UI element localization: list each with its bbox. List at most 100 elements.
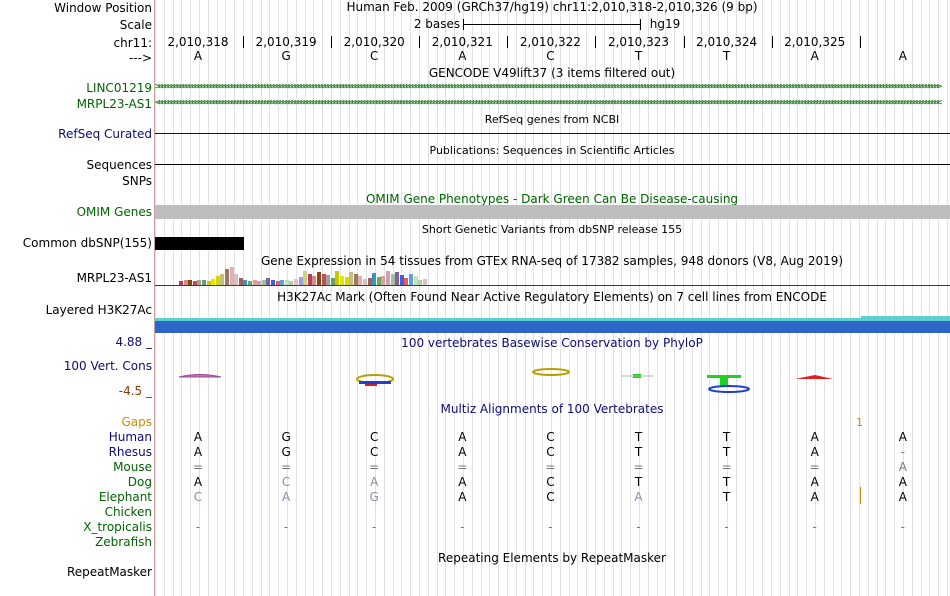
gtex-tissue-bar[interactable]	[234, 274, 239, 285]
phylop-min-value: -4.5 _	[118, 384, 152, 398]
ruler-position-label: 2,010,321	[431, 35, 493, 49]
gtex-tissue-bar[interactable]	[390, 274, 395, 285]
gtex-tissue-bar[interactable]	[372, 273, 377, 285]
species-label-rhesus[interactable]: Rhesus	[109, 445, 152, 459]
track-label-100-vert-cons[interactable]: 100 Vert. Cons	[64, 359, 152, 373]
alignment-base: A	[898, 475, 907, 489]
refseq-track-line	[155, 133, 950, 134]
alignment-base: -	[195, 520, 201, 534]
alignment-base: A	[193, 430, 203, 444]
gtex-tissue-bar[interactable]	[229, 267, 234, 285]
track-label-common-dbsnp[interactable]: Common dbSNP(155)	[23, 236, 152, 250]
gtex-tissue-bar[interactable]	[225, 269, 229, 285]
dbsnp-variant-block[interactable]	[155, 237, 244, 250]
ruler-base: C	[369, 49, 379, 63]
mrpl23-as1-gene-line[interactable]: <<<<<<<<<<<<<<<<<<<<<<<<<<<<<<<<<<<<<<<<…	[155, 99, 950, 108]
gtex-tissue-bar[interactable]	[335, 271, 340, 285]
genome-browser-image[interactable]: Human Feb. 2009 (GRCh37/hg19) chr11:2,01…	[155, 0, 950, 596]
track-label-gaps[interactable]: Gaps	[121, 415, 152, 429]
alignment-base: C	[546, 445, 555, 459]
alignment-base: T	[722, 490, 731, 504]
species-label-zebrafish[interactable]: Zebrafish	[95, 535, 152, 549]
gtex-tissue-bar[interactable]	[349, 272, 354, 285]
track-label-sequences[interactable]: Sequences	[87, 158, 152, 172]
species-label-x-tropicalis[interactable]: X_tropicalis	[83, 520, 152, 534]
gtex-tissue-bar[interactable]	[266, 278, 271, 285]
gtex-tissue-bar[interactable]	[404, 278, 409, 285]
alignment-base: C	[369, 430, 379, 444]
species-label-chicken[interactable]: Chicken	[105, 505, 152, 519]
publications-track-line	[155, 164, 950, 165]
track-label-linc01219[interactable]: LINC01219	[86, 81, 152, 95]
h3k27ac-signal-body[interactable]	[155, 321, 950, 333]
ruler-base: G	[281, 49, 291, 63]
alignment-base: A	[810, 430, 819, 444]
species-label-dog[interactable]: Dog	[128, 475, 152, 489]
alignment-base: =	[281, 460, 292, 474]
species-label-elephant[interactable]: Elephant	[99, 490, 152, 504]
alignment-base: -	[636, 520, 641, 534]
species-label-mouse[interactable]: Mouse	[113, 460, 152, 474]
ruler-base: T	[634, 49, 643, 63]
gtex-tissue-bar[interactable]	[413, 276, 418, 285]
gtex-tissue-bar[interactable]	[376, 277, 381, 285]
gtex-tissue-bar[interactable]	[238, 278, 243, 285]
ruler-tick	[772, 36, 773, 48]
omim-phenotype-bar[interactable]	[155, 205, 950, 219]
gtex-tissue-bar[interactable]	[395, 272, 400, 285]
track-label-refseq-curated[interactable]: RefSeq Curated	[58, 127, 152, 141]
gtex-tissue-bar[interactable]	[215, 276, 220, 285]
alignment-base: A	[458, 490, 467, 504]
ruler-base: A	[810, 49, 819, 63]
gtex-tissue-bar[interactable]	[367, 278, 372, 285]
gtex-tissue-bar[interactable]	[307, 274, 312, 285]
alignment-base: T	[722, 475, 731, 489]
alignment-base: C	[546, 430, 555, 444]
gtex-gene-baseline	[155, 285, 950, 286]
gtex-tissue-bar[interactable]	[312, 276, 317, 285]
gtex-expression-bars[interactable]	[179, 266, 429, 285]
ruler-position-label: 2,010,319	[255, 35, 317, 49]
ruler-base: A	[458, 49, 467, 63]
dbsnp-track-title: Short Genetic Variants from dbSNP releas…	[421, 223, 683, 236]
track-label-layered-h3k27ac[interactable]: Layered H3K27Ac	[46, 303, 152, 317]
gtex-tissue-bar[interactable]	[330, 278, 335, 285]
track-label-omim-genes[interactable]: OMIM Genes	[77, 205, 152, 219]
alignment-base: A	[281, 490, 291, 504]
gtex-tissue-bar[interactable]	[326, 275, 331, 285]
alignment-base: C	[369, 445, 379, 459]
ruler-position-label: 2,010,322	[519, 35, 581, 49]
gtex-tissue-bar[interactable]	[298, 277, 303, 285]
scale-database-label: hg19	[649, 17, 681, 31]
alignment-base: =	[721, 460, 732, 474]
linc01219-gene-line[interactable]: >>>>>>>>>>>>>>>>>>>>>>>>>>>>>>>>>>>>>>>>…	[155, 83, 950, 92]
gtex-tissue-bar[interactable]	[381, 276, 386, 285]
gtex-tissue-bar[interactable]	[353, 274, 358, 285]
alignment-base: C	[281, 475, 291, 489]
alignment-base: A	[193, 475, 203, 489]
phylop-logo-glyphs[interactable]	[155, 360, 950, 400]
alignment-base: C	[546, 490, 555, 504]
alignment-base: A	[458, 430, 467, 444]
track-label-snps[interactable]: SNPs	[122, 174, 152, 188]
track-label-gtex-gene[interactable]: MRPL23-AS1	[77, 271, 152, 285]
gtex-tissue-bar[interactable]	[409, 274, 413, 285]
gtex-tissue-bar[interactable]	[220, 274, 225, 285]
label-chromosome: chr11:	[113, 36, 152, 50]
gtex-tissue-bar[interactable]	[340, 276, 344, 285]
gtex-tissue-bar[interactable]	[386, 271, 390, 285]
species-label-human[interactable]: Human	[109, 430, 152, 444]
gtex-tissue-bar[interactable]	[303, 271, 308, 285]
refseq-track-title: RefSeq genes from NCBI	[484, 113, 620, 126]
alignment-base: =	[369, 460, 380, 474]
gtex-tissue-bar[interactable]	[317, 272, 321, 285]
ruler-position-label: 2,010,324	[696, 35, 758, 49]
alignment-base: =	[545, 460, 556, 474]
gtex-tissue-bar[interactable]	[358, 276, 363, 285]
track-label-repeatmasker[interactable]: RepeatMasker	[67, 565, 152, 579]
gtex-tissue-bar[interactable]	[399, 275, 404, 285]
track-label-mrpl23-as1[interactable]: MRPL23-AS1	[77, 97, 152, 111]
gtex-tissue-bar[interactable]	[344, 277, 349, 285]
gtex-tissue-bar[interactable]	[321, 274, 326, 285]
alignment-base: -	[724, 520, 729, 534]
